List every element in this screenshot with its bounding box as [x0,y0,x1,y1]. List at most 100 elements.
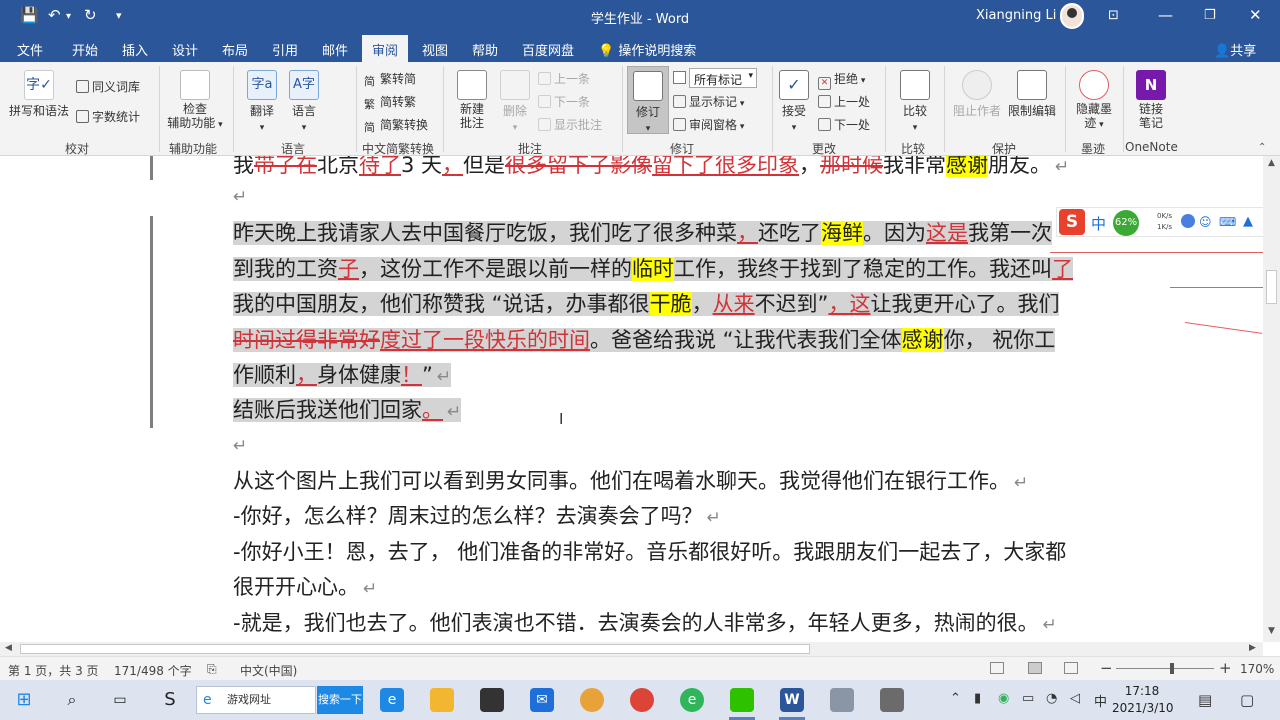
paragraph-line[interactable]: -就是，我们也去了。他们表演也不错．去演奏会的人非常多，年轻人更多，热闹的很。 ↵ [233,605,1178,642]
paragraph-line[interactable]: -你好，怎么样？周末过的怎么样？去演奏会了吗？ ↵ [233,498,1178,536]
new-comment-button[interactable]: 新建 批注 [452,70,492,130]
word-icon[interactable]: W [780,688,804,712]
edge-icon[interactable]: e [380,688,404,712]
thesaurus-button[interactable]: 同义词库 [76,78,140,95]
block-authors-button[interactable]: 阻止作者 [950,70,1004,119]
scroll-down-icon[interactable]: ▼ [1263,626,1280,636]
word-count-button[interactable]: 字数统计 [76,108,140,125]
zoom-out-button[interactable]: − [1100,659,1113,677]
wechat-icon[interactable] [730,688,754,712]
previous-change-button[interactable]: 上一处 [818,93,870,110]
word-count[interactable]: 171/498 个字 [114,662,192,679]
emoji-icon[interactable]: ☺ [1199,215,1212,229]
zoom-in-button[interactable]: + [1219,659,1232,677]
hide-ink-button[interactable]: 隐藏墨迹 ▾ [1070,70,1118,132]
display-icon[interactable]: ▭ [1022,691,1034,706]
paragraph-line[interactable]: 从这个图片上我们可以看到男女同事。他们在喝着水聊天。我觉得他们在银行工作。 ↵ [233,463,1178,501]
share-button[interactable]: 👤共享 [1214,40,1256,59]
minimize-icon[interactable]: — [1158,6,1173,24]
empty-paragraph[interactable]: ↵ [233,177,1178,215]
tell-me-search[interactable]: 💡 操作说明搜索 [598,40,696,59]
paragraph-line[interactable]: 昨天晚上我请家人去中国餐厅吃饭，我们吃了很多种菜，还吃了海鲜。因为这是我第一次 [233,215,1178,251]
previous-comment-button[interactable]: 上一条 [538,70,590,87]
reject-button[interactable]: ✕ 拒绝 ▾ [818,70,865,90]
tab-baidu-netdisk[interactable]: 百度网盘 [522,40,574,59]
tab-help[interactable]: 帮助 [472,40,498,59]
tray-expand-icon[interactable]: ⌃ [950,691,961,706]
proofing-status-icon[interactable]: ⎘ [207,662,217,677]
green-app-icon[interactable]: e [680,688,704,712]
start-icon[interactable]: ⊞ [12,688,36,712]
tab-file[interactable]: 文件 [17,40,43,59]
next-change-button[interactable]: 下一处 [818,116,870,133]
paragraph-line[interactable]: 到我的工资子，这份工作不是跟以前一样的临时工作，我终于找到了稳定的工作。我还叫了 [233,251,1178,287]
app-s-icon[interactable]: S [158,688,182,712]
compare-button[interactable]: 比较 ▾ [896,70,934,133]
scroll-thumb[interactable] [1266,270,1277,304]
ribbon-display-options-icon[interactable]: ⊡ [1108,8,1119,23]
next-comment-button[interactable]: 下一条 [538,93,590,110]
battery-icon[interactable]: ▮ [974,691,981,706]
zoom-slider-thumb[interactable] [1170,663,1174,674]
app-icon[interactable] [830,688,854,712]
spelling-grammar-button[interactable]: 字✓ 拼写和语法 [8,70,70,119]
track-changes-button[interactable]: 修订 ▾ [627,66,669,134]
check-accessibility-button[interactable]: 检查 辅助功能 ▾ [164,70,226,132]
restrict-editing-button[interactable]: 限制编辑 [1005,70,1059,119]
empty-paragraph[interactable]: ↵ [233,426,1178,464]
colorful-app-icon[interactable] [580,688,604,712]
read-mode-icon[interactable] [990,662,1004,674]
web-layout-icon[interactable] [1064,662,1078,674]
chinese-conversion-button[interactable]: 简简繁转换 [364,116,428,134]
tab-view[interactable]: 视图 [422,40,448,59]
ime-mode[interactable]: 中 [1091,213,1106,234]
wechat-tray-icon[interactable]: ◉ [998,691,1009,706]
store-icon[interactable] [480,688,504,712]
paragraph-line[interactable]: 结账后我送他们回家。 ↵ [233,392,1178,430]
file-explorer-icon[interactable] [430,688,454,712]
sogou-logo-icon[interactable]: S [1059,209,1085,235]
paragraph-line[interactable]: 作顺利，身体健康！” ↵ [233,357,1178,395]
scroll-thumb[interactable] [20,644,810,654]
avatar[interactable] [1060,3,1084,29]
clock[interactable]: 17:18 2021/3/10 [1112,683,1174,717]
language-indicator[interactable]: 中文(中国) [240,662,297,679]
tab-insert[interactable]: 插入 [122,40,148,59]
zoom-level[interactable]: 170% [1240,662,1274,676]
ime-toolbar[interactable]: S 中 62% 0K/s1K/s ☺ ⌨ ▲ ▦ [1056,207,1280,237]
tab-home[interactable]: 开始 [72,40,98,59]
keyboard-icon[interactable]: ⌨ [1219,215,1236,229]
close-icon[interactable]: ✕ [1249,6,1262,24]
show-markup-button[interactable]: 显示标记 ▾ [673,93,744,110]
collapse-ribbon-icon[interactable]: ⌃ [1258,142,1266,153]
print-layout-icon[interactable] [1028,662,1042,674]
plus-icon[interactable] [1181,214,1195,228]
skin-icon[interactable]: ▲ [1243,214,1253,229]
task-view-icon[interactable]: ▭ [108,688,132,712]
paragraph-line[interactable]: 时间过得非常好度过了一段快乐的时间。爸爸给我说 “让我代表我们全体感谢你， 祝你… [233,322,1178,358]
translate-button[interactable]: 字a 翻译 ▾ [242,70,282,133]
restore-icon[interactable]: ❐ [1204,8,1216,23]
web-search-button[interactable]: 搜索一下 [317,686,363,714]
delete-comment-button[interactable]: 删除 ▾ [497,70,533,133]
markup-select[interactable]: 所有标记 ▾ [689,68,757,88]
user-name[interactable]: Xiangning Li [976,8,1056,23]
scroll-up-icon[interactable]: ▲ [1263,158,1280,168]
action-center-icon[interactable]: ▢ [1240,691,1254,709]
tab-design[interactable]: 设计 [172,40,198,59]
paragraph-line[interactable]: -你好小王！恩，去了， 他们准备的非常好。音乐都很好听。我跟朋友们一起去了，大家… [233,534,1178,570]
tab-references[interactable]: 引用 [272,40,298,59]
scroll-left-icon[interactable]: ◀ [5,643,12,653]
zoom-slider[interactable] [1116,668,1214,669]
notifications-icon[interactable]: ▤ [1198,691,1212,709]
horizontal-scrollbar[interactable]: ◀ ▶ [0,642,1263,656]
tab-layout[interactable]: 布局 [222,40,248,59]
vertical-scrollbar[interactable]: ▲ ▼ [1263,156,1280,642]
to-simplified-button[interactable]: 简繁转简 [364,70,416,88]
language-button[interactable]: A字 语言 ▾ [284,70,324,133]
reviewing-pane-button[interactable]: 审阅窗格 ▾ [673,116,744,133]
to-traditional-button[interactable]: 繁简转繁 [364,93,416,111]
page-indicator[interactable]: 第 1 页，共 3 页 [8,662,99,679]
accept-button[interactable]: ✓ 接受 ▾ [776,70,812,133]
search-icon[interactable]: ⌕ [60,688,84,712]
